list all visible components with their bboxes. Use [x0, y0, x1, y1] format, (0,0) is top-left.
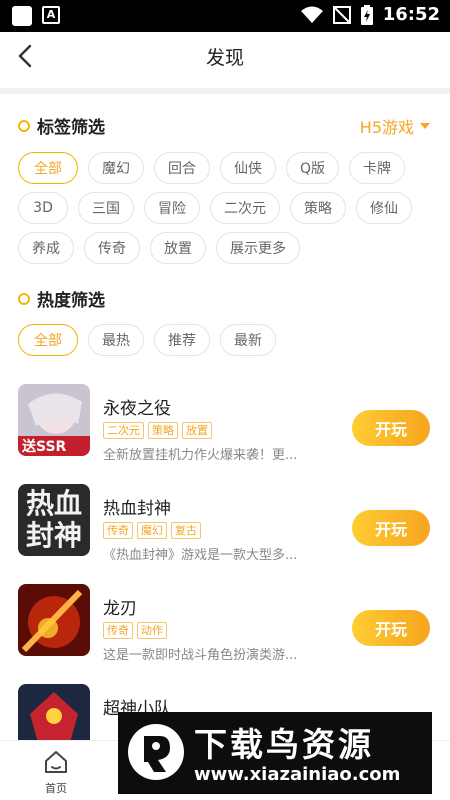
clock: 16:52: [382, 4, 440, 25]
filter-chip[interactable]: 策略: [290, 192, 346, 224]
thumbnail-calligraphy-text: 热血封神: [25, 487, 82, 552]
game-name: 热血封神: [103, 499, 171, 519]
game-tags: 二次元 策略 放置: [103, 422, 212, 439]
heat-filter-heading: 热度筛选: [18, 286, 105, 311]
game-tag: 动作: [137, 622, 167, 639]
game-tags: 传奇 动作: [103, 622, 167, 639]
filter-chip[interactable]: 三国: [78, 192, 134, 224]
game-thumbnail: [18, 584, 90, 656]
heat-chip-list: 全部 最热 推荐 最新: [18, 324, 432, 356]
triangle-down-icon: [420, 123, 430, 129]
app-notification-icon: A: [42, 6, 60, 24]
platform-dropdown[interactable]: H5游戏: [360, 114, 430, 138]
filter-chip[interactable]: 传奇: [84, 232, 140, 264]
bird-logo-icon: [128, 724, 184, 780]
play-button[interactable]: 开玩: [352, 610, 430, 646]
status-bar: A 16:52: [0, 0, 450, 32]
game-name: 龙刃: [103, 599, 137, 619]
filter-chip[interactable]: 3D: [18, 192, 68, 224]
game-description: 全新放置挂机力作火爆来袭！更...: [103, 448, 298, 463]
game-tag: 放置: [182, 422, 212, 439]
tag-filter-heading: 标签筛选: [18, 113, 105, 138]
tab-home[interactable]: 首页: [34, 749, 78, 796]
tag-chip-list: 全部 魔幻 回合 仙侠 Q版 卡牌 3D 三国 冒险 二次元 策略 修仙养成 传奇 放置 展示更多: [18, 152, 432, 264]
game-tags: 传奇 魔幻 复古: [103, 522, 201, 539]
game-description: 《热血封神》游戏是一款大型多...: [103, 548, 298, 563]
game-tag: 二次元: [103, 422, 144, 439]
tag-filter-title: 标签筛选: [37, 118, 105, 138]
game-description: 这是一款即时战斗角色扮演类游...: [103, 648, 298, 663]
play-button[interactable]: 开玩: [352, 510, 430, 546]
game-item[interactable]: 龙刃 传奇 动作 这是一款即时战斗角色扮演类游... 开玩: [0, 584, 450, 682]
home-icon: [45, 751, 67, 773]
thumbnail-badge-text: 送SSR: [22, 439, 67, 455]
watermark-url: www.xiazainiao.com: [194, 764, 401, 785]
filter-chip[interactable]: 全部: [18, 324, 78, 356]
filter-chip[interactable]: 放置: [150, 232, 206, 264]
filter-chip[interactable]: 冒险: [144, 192, 200, 224]
ring-bullet-icon: [18, 292, 30, 305]
game-thumbnail: 送SSR: [18, 384, 90, 456]
divider: [0, 88, 450, 94]
filter-chip[interactable]: 修仙: [356, 192, 412, 224]
notification-icon: [12, 6, 32, 26]
page-title: 发现: [205, 47, 244, 69]
filter-chip[interactable]: 二次元: [210, 192, 280, 224]
game-tag: 魔幻: [137, 522, 167, 539]
filter-chip[interactable]: 最新: [220, 324, 276, 356]
filter-chip[interactable]: 全部: [18, 152, 78, 184]
wifi-icon: [300, 6, 323, 23]
game-name: 永夜之役: [103, 399, 171, 419]
game-tag: 复古: [171, 522, 201, 539]
filter-chip[interactable]: 最热: [88, 324, 144, 356]
filter-chip[interactable]: 魔幻: [88, 152, 144, 184]
game-item[interactable]: 热血封神 热血封神 传奇 魔幻 复古 《热血封神》游戏是一款大型多... 开玩: [0, 484, 450, 582]
filter-chip[interactable]: 回合: [154, 152, 210, 184]
game-tag: 传奇: [103, 522, 133, 539]
game-thumbnail: 热血封神: [18, 484, 90, 556]
game-item[interactable]: 送SSR 永夜之役 二次元 策略 放置 全新放置挂机力作火爆来袭！更... 开玩: [0, 384, 450, 482]
no-signal-icon: [332, 5, 351, 24]
filter-chip[interactable]: 推荐: [154, 324, 210, 356]
watermark-title: 下载鸟资源: [194, 725, 374, 764]
platform-dropdown-label: H5游戏: [359, 118, 414, 137]
header: 发现: [0, 32, 450, 80]
watermark: 下载鸟资源 www.xiazainiao.com: [118, 712, 432, 794]
heat-filter-title: 热度筛选: [37, 291, 105, 311]
filter-chip[interactable]: 养成: [18, 232, 74, 264]
ring-bullet-icon: [18, 119, 30, 132]
play-button[interactable]: 开玩: [352, 410, 430, 446]
tab-home-label: 首页: [45, 782, 67, 795]
battery-icon: [360, 4, 373, 25]
filter-chip[interactable]: 展示更多: [216, 232, 300, 264]
filter-chip[interactable]: Q版: [286, 152, 340, 184]
filter-chip[interactable]: 卡牌: [349, 152, 406, 184]
game-tag: 传奇: [103, 622, 133, 639]
game-tag: 策略: [148, 422, 178, 439]
filter-chip[interactable]: 仙侠: [220, 152, 276, 184]
